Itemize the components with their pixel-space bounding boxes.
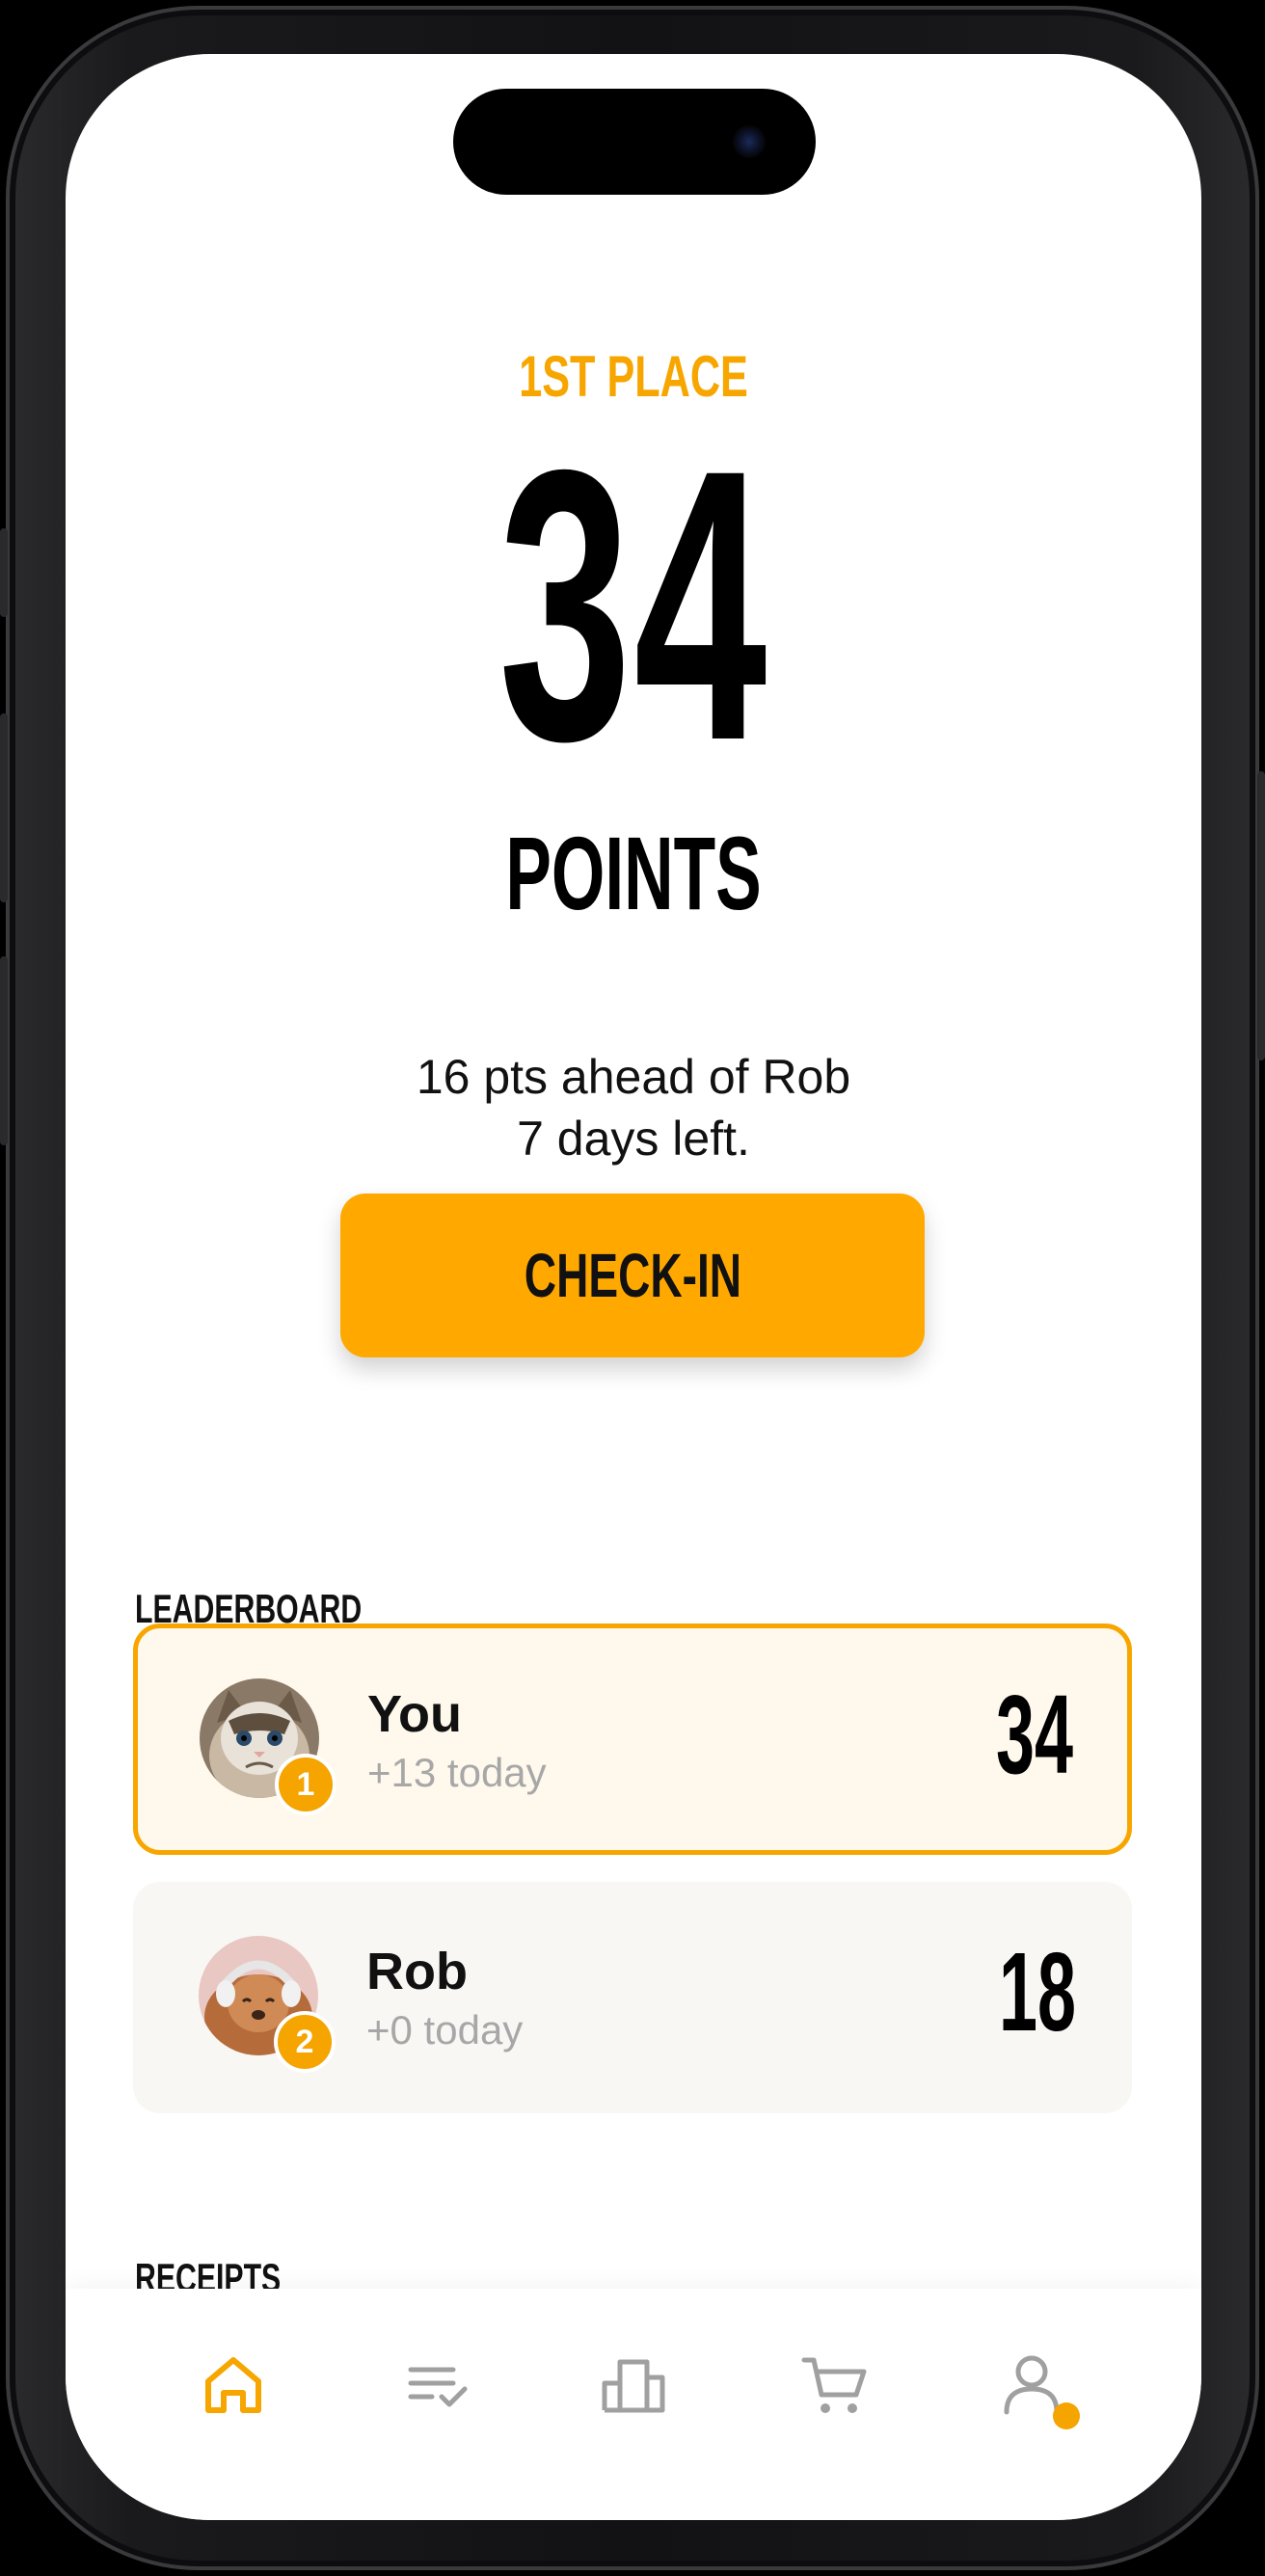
tab-home[interactable] xyxy=(199,2350,268,2420)
app-screen: 1ST PLACE 34 POINTS 16 pts ahead of Rob … xyxy=(66,54,1201,2520)
entry-name: Rob xyxy=(366,1943,468,2000)
tab-shop[interactable] xyxy=(800,2350,870,2420)
tab-tasks[interactable] xyxy=(403,2350,472,2420)
entry-today: +13 today xyxy=(367,1750,547,1795)
front-camera xyxy=(733,125,766,158)
notification-dot xyxy=(1053,2402,1080,2429)
leaderboard-entry-you[interactable]: 1 You +13 today 34 xyxy=(133,1623,1132,1855)
dynamic-island xyxy=(453,89,816,195)
rank-badge: 2 xyxy=(274,2011,336,2073)
entry-score: 34 xyxy=(996,1672,1073,1797)
entry-score: 18 xyxy=(999,1929,1076,2054)
lead-summary: 16 pts ahead of Rob xyxy=(416,1050,851,1104)
days-remaining: 7 days left. xyxy=(517,1112,750,1166)
action-button xyxy=(0,528,8,617)
bar-chart-icon xyxy=(602,2359,665,2413)
points-label: POINTS xyxy=(505,815,762,931)
rank-badge: 1 xyxy=(275,1754,336,1815)
power-button xyxy=(1257,771,1265,1060)
home-icon xyxy=(205,2357,261,2413)
checklist-icon xyxy=(408,2367,468,2407)
cart-icon xyxy=(801,2357,867,2413)
check-in-button[interactable]: CHECK-IN xyxy=(340,1194,925,1357)
tab-bar xyxy=(66,2289,1201,2520)
tab-stats[interactable] xyxy=(599,2350,668,2420)
points-value: 34 xyxy=(498,389,769,820)
tab-profile[interactable] xyxy=(997,2350,1080,2429)
volume-down-button xyxy=(0,956,8,1145)
entry-today: +0 today xyxy=(366,2007,524,2053)
entry-name: You xyxy=(367,1685,462,1743)
leaderboard-entry-rob[interactable]: 2 Rob +0 today 18 xyxy=(133,1882,1132,2113)
volume-up-button xyxy=(0,713,8,902)
